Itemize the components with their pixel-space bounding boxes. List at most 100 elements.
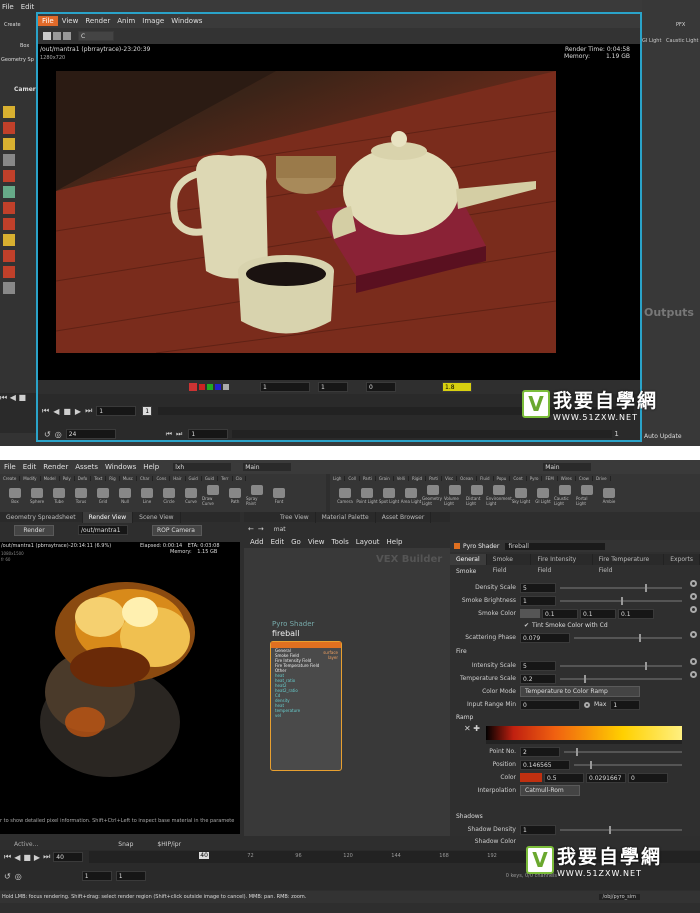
gear-icon[interactable] <box>690 580 697 587</box>
loop-icon[interactable]: ↺ <box>44 430 51 439</box>
tl-last-icon[interactable]: ⏭ <box>43 852 50 862</box>
red-channel-icon[interactable] <box>199 384 205 390</box>
pose-icon[interactable] <box>3 186 15 198</box>
color-swatch[interactable] <box>520 773 542 782</box>
obj-path[interactable]: /obj/pyro_sim <box>598 894 640 900</box>
shelf-tool[interactable]: GI Light <box>532 487 554 504</box>
shelf-tab[interactable]: Guid <box>186 476 202 481</box>
shelf-tab[interactable]: Fluid <box>477 476 494 481</box>
temp-scale-slider[interactable] <box>560 674 682 683</box>
gear-icon[interactable] <box>690 671 697 678</box>
scattering-slider[interactable] <box>574 633 682 642</box>
shelf-tab[interactable]: Cons <box>153 476 171 481</box>
shelf-tab[interactable]: Drive <box>593 476 611 481</box>
shelf-tab[interactable]: Terr <box>218 476 233 481</box>
shelf-tab[interactable]: Visc <box>442 476 458 481</box>
shelf-tool[interactable]: Grid <box>92 487 114 504</box>
ramp-add-icon[interactable]: ✕ ✚ <box>464 724 480 733</box>
menu-help[interactable]: Help <box>143 463 159 471</box>
shelf-tool[interactable]: Draw Curve <box>202 485 224 506</box>
shelf-tool[interactable]: Point Light <box>356 487 378 504</box>
move-icon[interactable] <box>3 122 15 134</box>
smoke-brightness-field[interactable]: 1 <box>520 595 556 606</box>
hip-path[interactable]: $HIP/ipr <box>157 841 181 848</box>
smoke-color-g[interactable]: 0.1 <box>580 608 616 619</box>
density-scale-slider[interactable] <box>560 583 682 592</box>
tab-general[interactable]: General <box>450 554 487 565</box>
shelf-tab[interactable]: Grain <box>376 476 394 481</box>
shelf-tab[interactable]: Modify <box>20 476 41 481</box>
offset-field[interactable]: 0 <box>366 382 396 392</box>
menu-file[interactable]: File <box>4 463 16 471</box>
snap-button[interactable]: Snap <box>118 841 133 848</box>
stop-icon[interactable]: ■ <box>63 407 71 416</box>
net-menu-edit[interactable]: Edit <box>271 538 285 546</box>
range-gear-icon[interactable] <box>584 701 590 708</box>
shadow-density-field[interactable]: 1 <box>520 824 556 835</box>
pyro-shader-node[interactable]: General Smoke Field Fire Intensity Field Fi… <box>270 641 342 771</box>
node-input[interactable]: vel <box>275 713 341 718</box>
shelf-tab[interactable]: Ligh <box>330 476 346 481</box>
blue-channel-icon[interactable] <box>215 384 221 390</box>
split-icon[interactable] <box>63 32 71 40</box>
net-menu-help[interactable]: Help <box>387 538 403 546</box>
net-menu-layout[interactable]: Layout <box>356 538 380 546</box>
shelf-tab[interactable]: Ocean <box>457 476 477 481</box>
shelf-tool[interactable]: Portal Light <box>576 485 598 506</box>
shadow-density-slider[interactable] <box>560 825 682 834</box>
point-no-slider[interactable] <box>564 747 682 756</box>
temp-scale-field[interactable]: 0.2 <box>520 673 556 684</box>
shelf-tool[interactable]: Volume Light <box>444 485 466 506</box>
net-menu-go[interactable]: Go <box>291 538 301 546</box>
shelf-tool[interactable]: Sphere <box>26 487 48 504</box>
shelf-tool[interactable]: Sky Light <box>510 487 532 504</box>
gi-light-tool[interactable]: GI Light Caustic Light <box>642 38 699 44</box>
shelf-tab[interactable]: Coll <box>345 476 360 481</box>
range-first-icon[interactable]: ⏮ <box>166 430 172 439</box>
smoke-color-b[interactable]: 0.1 <box>618 608 654 619</box>
rv-menu-anim[interactable]: Anim <box>117 17 135 25</box>
rv-menu-windows[interactable]: Windows <box>171 17 202 25</box>
color-ramp[interactable] <box>486 726 682 740</box>
shelf-tab[interactable]: Poly <box>60 476 75 481</box>
rotate-icon[interactable] <box>3 138 15 150</box>
rop-camera-button[interactable]: ROP Camera <box>152 524 202 536</box>
exposure-field[interactable]: 1 <box>260 382 310 392</box>
rv-menu-image[interactable]: Image <box>142 17 164 25</box>
tl-prev-icon[interactable]: ◀ <box>14 853 20 862</box>
auto-update-button[interactable]: Auto Update <box>644 433 682 440</box>
tl-loop-icon[interactable]: ↺ <box>4 872 11 881</box>
geometry-tab[interactable]: Geometry Sp <box>1 57 34 63</box>
current-frame-field[interactable]: 1 <box>96 406 137 416</box>
interp-select[interactable]: Catmull-Rom <box>520 785 580 796</box>
rv-menu-render[interactable]: Render <box>85 17 110 25</box>
shelf-tool[interactable]: Camera <box>334 487 356 504</box>
shelf-tool[interactable]: Spray Paint <box>246 485 268 506</box>
tl-realtime-icon[interactable]: ◎ <box>15 872 22 881</box>
smoke-brightness-slider[interactable] <box>560 596 682 605</box>
tab-scene-view[interactable]: Scene View <box>133 511 181 523</box>
tab-fire-temperature[interactable]: Fire Temperature Field <box>593 554 665 574</box>
view-mode-icon[interactable] <box>43 32 51 40</box>
shelf-tab[interactable]: Rig <box>106 476 120 481</box>
tab-material-palette[interactable]: Material Palette <box>316 511 376 523</box>
desktop-select[interactable]: lxh <box>172 462 233 472</box>
network-path[interactable]: mat <box>274 526 286 533</box>
realtime-icon[interactable]: ◎ <box>55 430 62 439</box>
shelf-tool[interactable]: Circle <box>158 487 180 504</box>
shelf-tab[interactable]: Popu <box>494 476 511 481</box>
rv-menu-view[interactable]: View <box>62 17 79 25</box>
shelf-tab[interactable]: Parti <box>360 476 376 481</box>
color-b[interactable]: 0 <box>628 772 668 783</box>
color-mode-select[interactable]: Temperature to Color Ramp <box>520 686 640 697</box>
range-start-field[interactable]: 24 <box>65 429 116 439</box>
shelf-tool[interactable]: Geometry Light <box>422 485 444 506</box>
menu-windows[interactable]: Windows <box>105 463 136 471</box>
forward-icon[interactable]: → <box>258 525 264 533</box>
shelf-tool[interactable]: Null <box>114 487 136 504</box>
shelf-tool[interactable]: Torus <box>70 487 92 504</box>
shelf-tool[interactable]: Font <box>268 487 290 504</box>
shelf-tool[interactable]: Line <box>136 487 158 504</box>
alpha-channel-icon[interactable] <box>223 384 229 390</box>
menu-file[interactable]: File <box>2 3 14 11</box>
